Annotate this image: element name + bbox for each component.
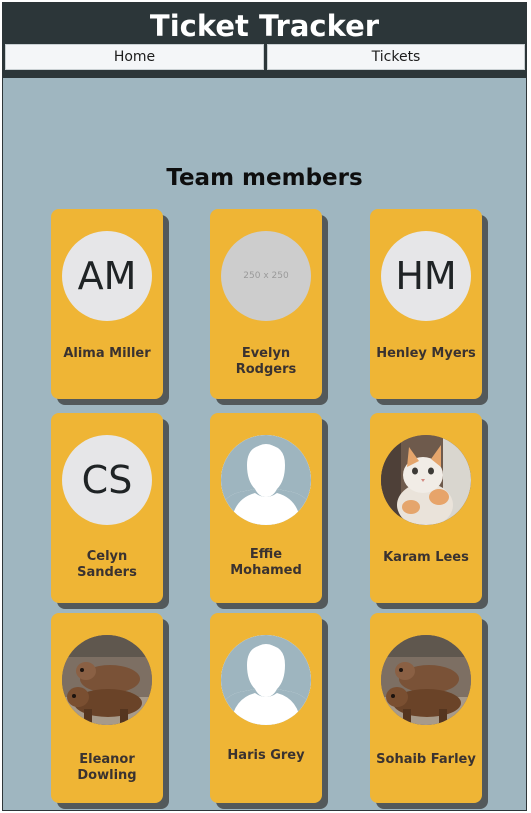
member-name: Eleanor Dowling xyxy=(77,752,137,783)
member-card[interactable]: Sohaib Farley xyxy=(370,613,482,803)
avatar: AM xyxy=(62,231,152,321)
app-title: Ticket Tracker xyxy=(149,9,380,43)
avatar xyxy=(221,635,311,725)
member-name: Effie Mohamed xyxy=(230,547,302,578)
member-name: Sohaib Farley xyxy=(376,752,476,767)
member-card[interactable]: 250 x 250 Evelyn Rodgers xyxy=(210,209,322,399)
header-bar: Ticket Tracker Home Tickets xyxy=(3,3,526,78)
avatar xyxy=(381,435,471,525)
avatar xyxy=(62,635,152,725)
member-card[interactable]: Effie Mohamed xyxy=(210,413,322,603)
member-card[interactable]: Karam Lees xyxy=(370,413,482,603)
avatar: HM xyxy=(381,231,471,321)
member-name: Karam Lees xyxy=(383,550,469,565)
avatar-initials: CS xyxy=(81,458,133,502)
avatar-placeholder-text: 250 x 250 xyxy=(243,271,289,281)
avatar-initials: AM xyxy=(77,254,137,298)
avatar: 250 x 250 xyxy=(221,231,311,321)
user-silhouette-icon xyxy=(221,435,311,525)
user-silhouette-icon xyxy=(221,635,311,725)
bear-photo-icon xyxy=(62,635,152,725)
bear-photo-icon xyxy=(381,635,471,725)
member-name: Haris Grey xyxy=(227,748,305,763)
avatar xyxy=(221,435,311,525)
member-name: Celyn Sanders xyxy=(77,549,137,580)
member-name: Evelyn Rodgers xyxy=(235,346,297,377)
member-card[interactable]: AM Alima Miller xyxy=(51,209,163,399)
member-name: Henley Myers xyxy=(376,346,476,361)
nav-tickets-link[interactable]: Tickets xyxy=(267,44,525,70)
nav-home-link[interactable]: Home xyxy=(5,44,264,70)
section-title: Team members xyxy=(166,165,363,191)
avatar: CS xyxy=(62,435,152,525)
app-frame: Ticket Tracker Home Tickets Team members… xyxy=(2,2,527,811)
member-card[interactable]: Eleanor Dowling xyxy=(51,613,163,803)
kitten-photo-icon xyxy=(381,435,471,525)
avatar xyxy=(381,635,471,725)
member-card[interactable]: HM Henley Myers xyxy=(370,209,482,399)
member-card[interactable]: CS Celyn Sanders xyxy=(51,413,163,603)
member-card[interactable]: Haris Grey xyxy=(210,613,322,803)
member-name: Alima Miller xyxy=(63,346,151,361)
avatar-initials: HM xyxy=(395,254,457,298)
